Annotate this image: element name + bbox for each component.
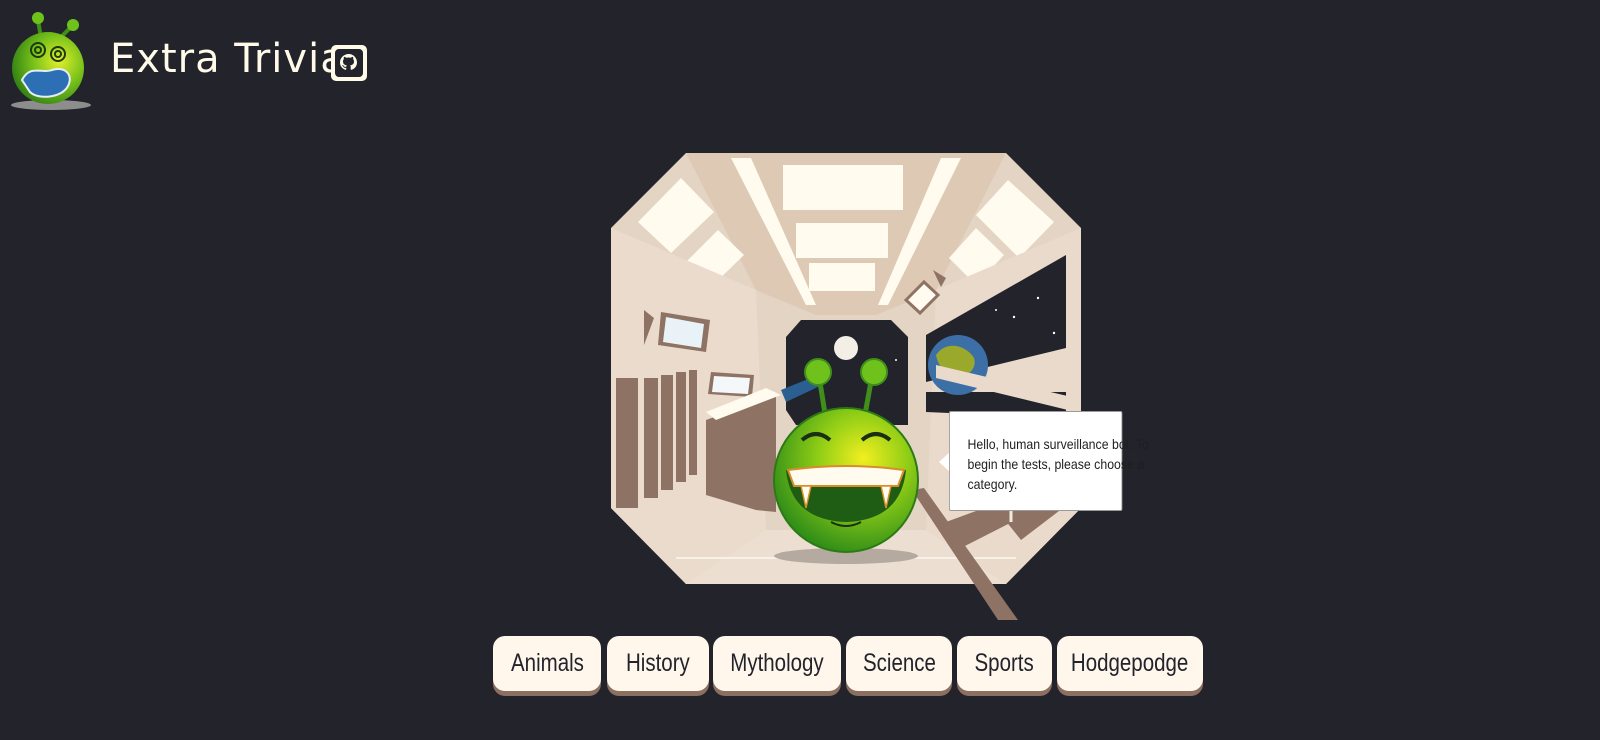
- alien-logo-icon[interactable]: [8, 8, 94, 112]
- category-label: History: [626, 649, 690, 677]
- category-label: Hodgepodge: [1071, 649, 1189, 677]
- category-button-animals[interactable]: Animals: [493, 636, 601, 691]
- spaceship-interior-illustration: [611, 153, 1081, 620]
- speech-bubble: Hello, human surveillance bot. To begin …: [949, 411, 1149, 511]
- header: Extra Trivia: [0, 0, 1600, 120]
- category-label: Animals: [510, 649, 584, 677]
- category-button-history[interactable]: History: [607, 636, 709, 691]
- category-button-sports[interactable]: Sports: [957, 636, 1052, 691]
- category-button-mythology[interactable]: Mythology: [713, 636, 841, 691]
- category-label: Science: [862, 649, 936, 677]
- app-title: Extra Trivia: [110, 36, 346, 82]
- category-label: Mythology: [730, 649, 824, 677]
- github-icon[interactable]: [331, 45, 367, 81]
- category-button-hodgepodge[interactable]: Hodgepodge: [1057, 636, 1203, 691]
- speech-text: Hello, human surveillance bot. To begin …: [967, 436, 1149, 492]
- category-buttons: Animals History Mythology Science Sports…: [0, 636, 1600, 700]
- category-button-science[interactable]: Science: [846, 636, 952, 691]
- category-label: Sports: [974, 649, 1035, 677]
